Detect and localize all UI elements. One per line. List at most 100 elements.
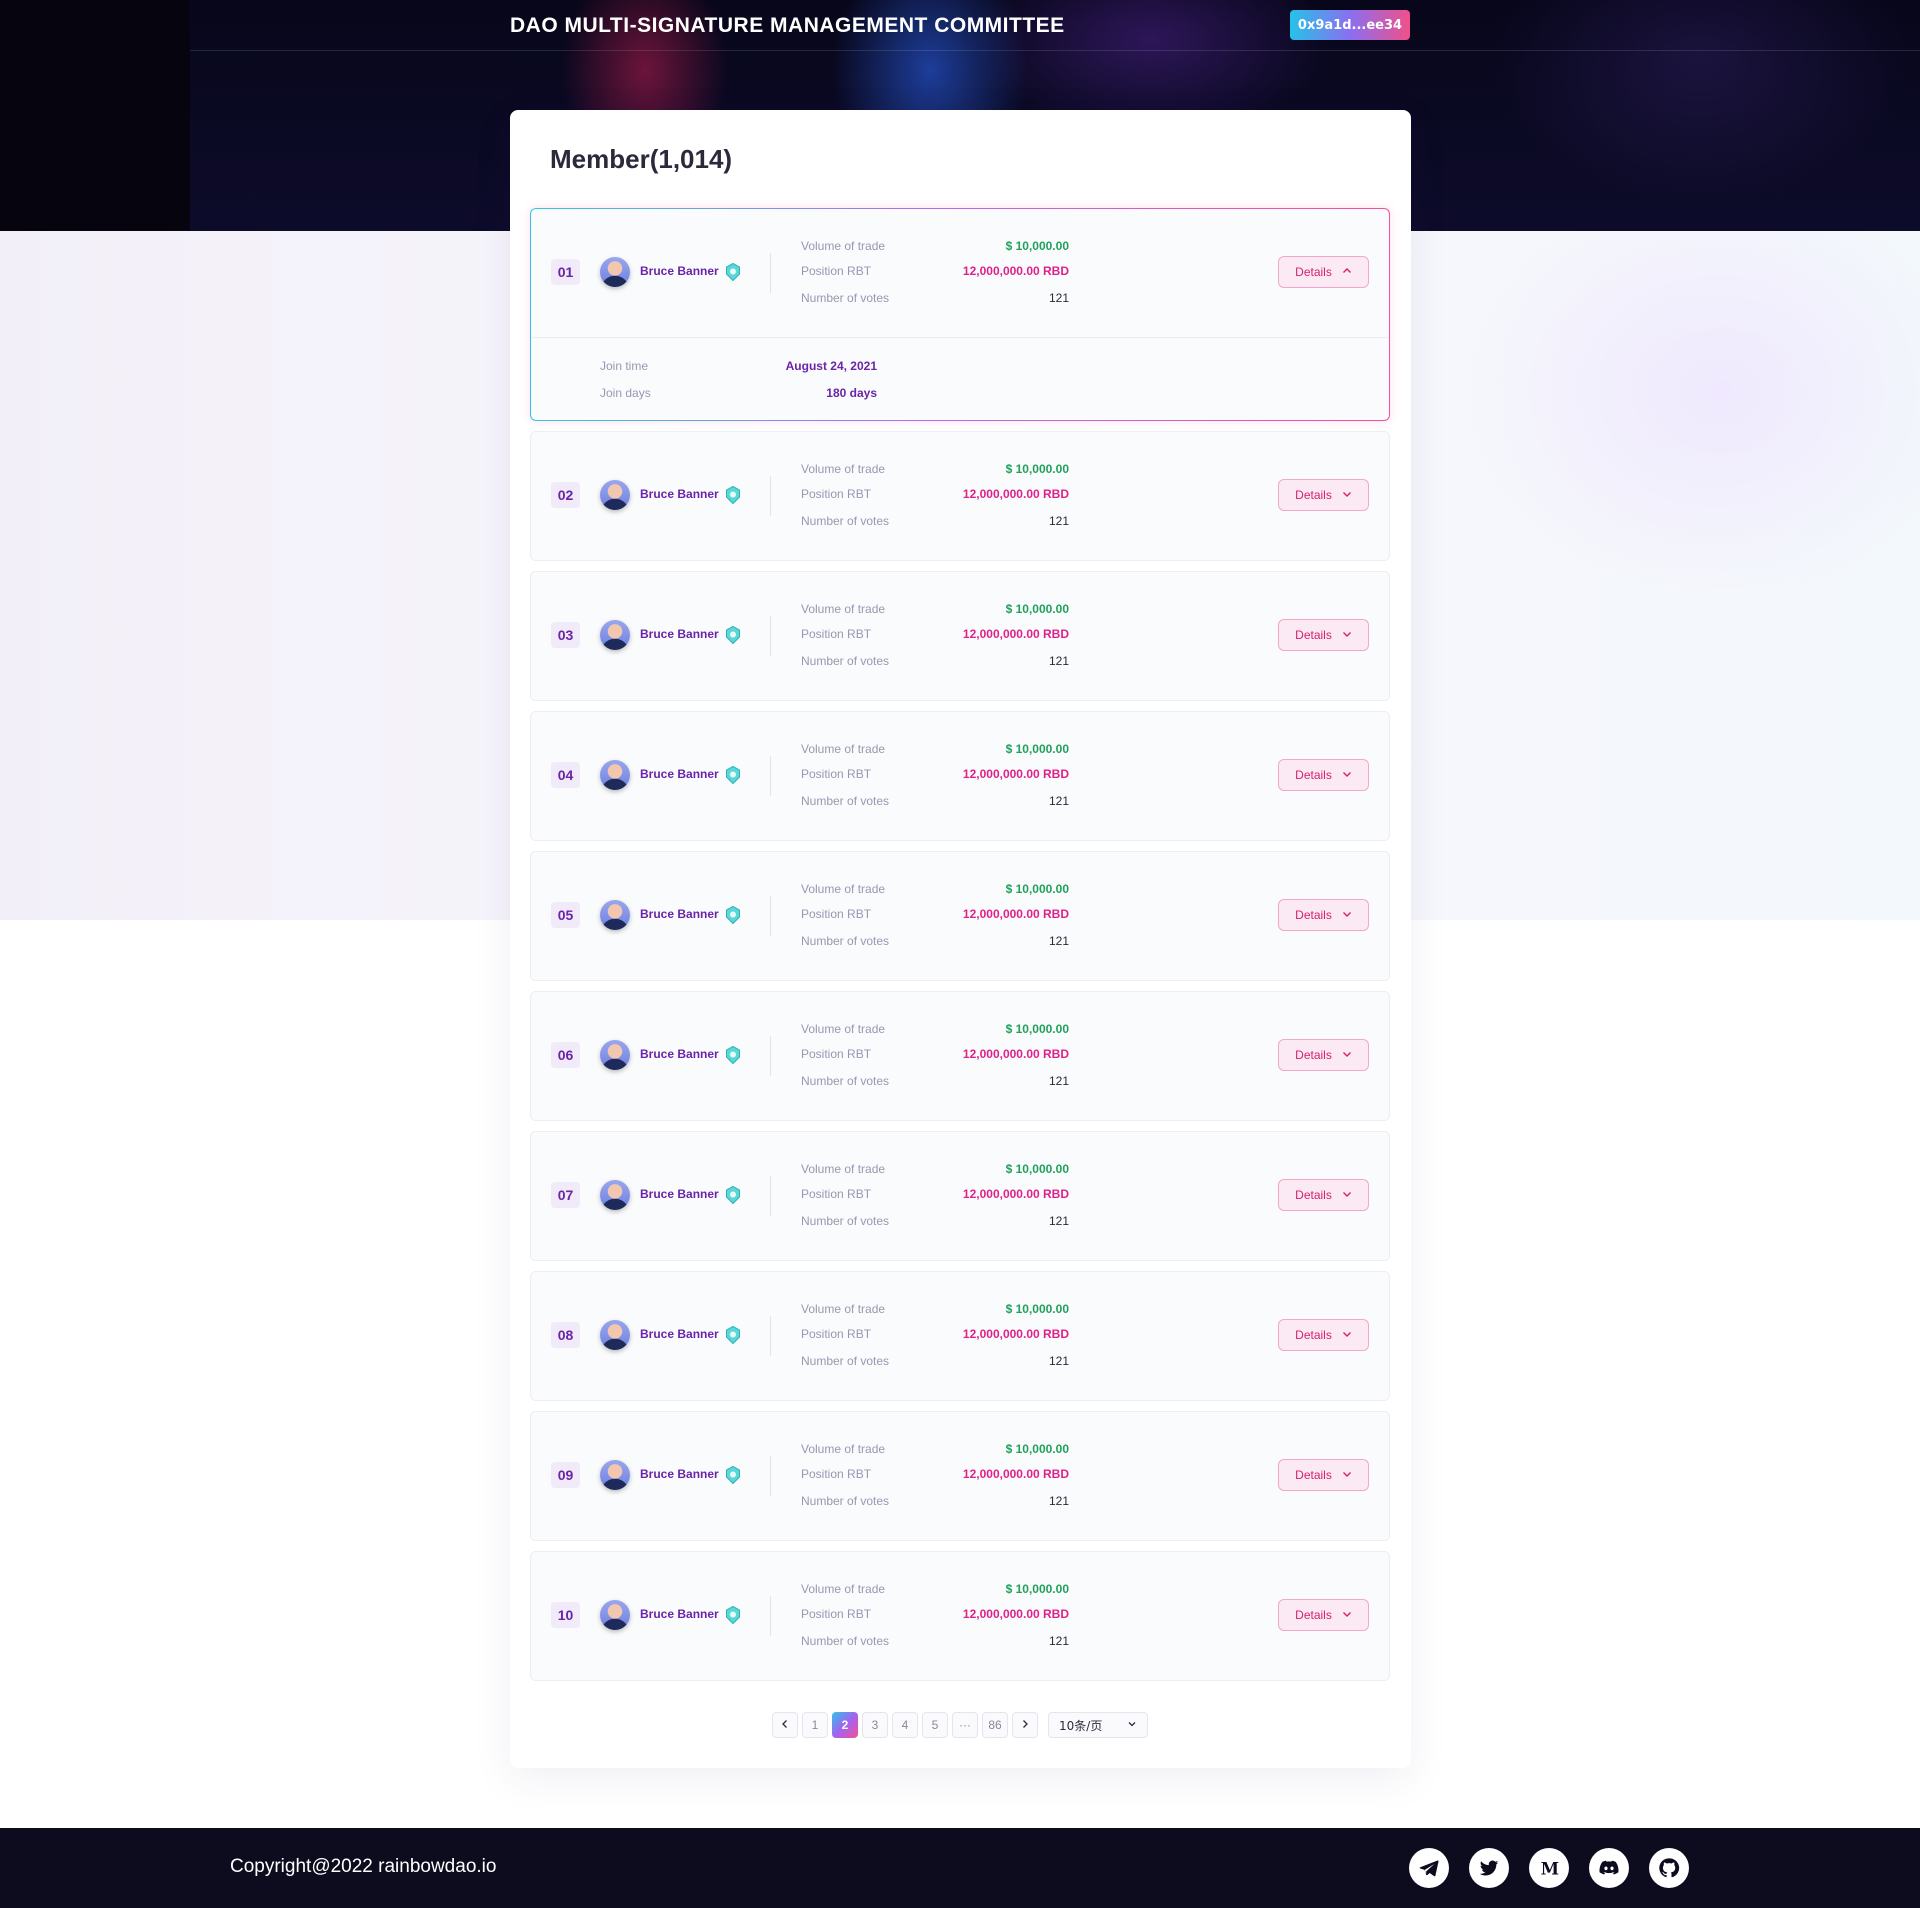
telegram-icon[interactable] (1409, 1848, 1449, 1888)
member-row: 09 Bruce Banner Volume of trade Position… (530, 1411, 1390, 1541)
volume-value: $ 10,000.00 (1005, 462, 1069, 476)
svg-text:M: M (1541, 1859, 1559, 1878)
volume-label: Volume of trade (801, 239, 886, 253)
twitter-icon[interactable] (1469, 1848, 1509, 1888)
position-value: 12,000,000.00 RBD (962, 264, 1069, 278)
chevron-up-icon (1342, 265, 1352, 279)
details-button[interactable]: Details (1278, 1039, 1369, 1071)
details-label: Details (1295, 908, 1332, 922)
expand-divider (531, 337, 1389, 338)
position-value: 12,000,000.00 RBD (962, 767, 1069, 781)
page-button[interactable]: ··· (952, 1712, 978, 1738)
position-label: Position RBT (801, 627, 872, 641)
volume-label: Volume of trade (801, 882, 886, 896)
page-button[interactable]: 1 (802, 1712, 828, 1738)
chevron-down-icon (1342, 768, 1352, 782)
member-name: Bruce Banner (640, 1327, 719, 1341)
volume-label: Volume of trade (801, 602, 886, 616)
chevron-right-icon (1020, 1718, 1030, 1732)
page-size-select[interactable]: 10条/页 (1048, 1712, 1148, 1738)
page-title: DAO MULTI-SIGNATURE MANAGEMENT COMMITTEE (510, 14, 1065, 37)
chevron-down-icon (1342, 1608, 1352, 1622)
members-panel: Member(1,014) 01 Bruce Banner Volume of … (510, 110, 1411, 1768)
votes-label: Number of votes (801, 654, 890, 668)
votes-value: 121 (1048, 514, 1069, 528)
votes-value: 121 (1048, 1634, 1069, 1648)
votes-value: 121 (1048, 1214, 1069, 1228)
divider (770, 616, 771, 656)
details-button[interactable]: Details (1278, 1459, 1369, 1491)
page-button[interactable]: 4 (892, 1712, 918, 1738)
header-divider (190, 50, 1920, 51)
position-value: 12,000,000.00 RBD (962, 1467, 1069, 1481)
member-rank: 03 (551, 622, 580, 648)
details-label: Details (1295, 768, 1332, 782)
discord-icon[interactable] (1589, 1848, 1629, 1888)
divider (770, 1176, 771, 1216)
member-rank: 02 (551, 482, 580, 508)
volume-label: Volume of trade (801, 742, 886, 756)
details-button[interactable]: Details (1278, 1179, 1369, 1211)
medium-icon[interactable]: M (1529, 1848, 1569, 1888)
chevron-down-icon (1342, 1468, 1352, 1482)
votes-label: Number of votes (801, 1494, 890, 1508)
position-value: 12,000,000.00 RBD (962, 1607, 1069, 1621)
divider (770, 476, 771, 516)
member-row: 03 Bruce Banner Volume of trade Position… (530, 571, 1390, 701)
member-row: 08 Bruce Banner Volume of trade Position… (530, 1271, 1390, 1401)
details-label: Details (1295, 1328, 1332, 1342)
details-label: Details (1295, 628, 1332, 642)
member-row: 10 Bruce Banner Volume of trade Position… (530, 1551, 1390, 1681)
votes-value: 121 (1048, 291, 1069, 305)
position-label: Position RBT (801, 907, 872, 921)
details-button[interactable]: Details (1278, 256, 1369, 288)
details-button[interactable]: Details (1278, 759, 1369, 791)
details-button[interactable]: Details (1278, 899, 1369, 931)
votes-label: Number of votes (801, 291, 890, 305)
join-time-label: Join time (600, 359, 649, 373)
details-button[interactable]: Details (1278, 1319, 1369, 1351)
divider (770, 1316, 771, 1356)
page-button[interactable]: 5 (922, 1712, 948, 1738)
chevron-down-icon (1342, 488, 1352, 502)
details-button[interactable]: Details (1278, 1599, 1369, 1631)
page-button-current[interactable]: 2 (832, 1712, 858, 1738)
member-row: 04 Bruce Banner Volume of trade Position… (530, 711, 1390, 841)
divider (770, 1036, 771, 1076)
details-label: Details (1295, 1188, 1332, 1202)
chevron-down-icon (1342, 1048, 1352, 1062)
details-label: Details (1295, 1608, 1332, 1622)
member-row: 01 Bruce Banner Volume of trade Position… (530, 208, 1390, 421)
member-rank: 08 (551, 1322, 580, 1348)
page-button[interactable]: 3 (862, 1712, 888, 1738)
divider (770, 1596, 771, 1636)
volume-value: $ 10,000.00 (1005, 239, 1069, 253)
member-name: Bruce Banner (640, 1607, 719, 1621)
votes-label: Number of votes (801, 1074, 890, 1088)
next-page-button[interactable] (1012, 1712, 1038, 1738)
volume-label: Volume of trade (801, 1022, 886, 1036)
member-badge-icon (723, 1605, 743, 1625)
volume-value: $ 10,000.00 (1005, 1162, 1069, 1176)
github-icon[interactable] (1649, 1848, 1689, 1888)
join-days-label: Join days (600, 386, 651, 400)
avatar (600, 760, 630, 790)
votes-value: 121 (1048, 654, 1069, 668)
page-button[interactable]: 86 (982, 1712, 1008, 1738)
details-button[interactable]: Details (1278, 619, 1369, 651)
avatar (600, 257, 630, 287)
prev-page-button[interactable] (772, 1712, 798, 1738)
divider (770, 1456, 771, 1496)
wallet-address-button[interactable]: 0x9a1d...ee34 (1290, 10, 1410, 40)
volume-value: $ 10,000.00 (1005, 602, 1069, 616)
chevron-down-icon (1342, 1328, 1352, 1342)
details-button[interactable]: Details (1278, 479, 1369, 511)
volume-label: Volume of trade (801, 1162, 886, 1176)
position-label: Position RBT (801, 1327, 872, 1341)
chevron-down-icon (1342, 628, 1352, 642)
members-title: Member(1,014) (550, 144, 733, 174)
position-value: 12,000,000.00 RBD (962, 1187, 1069, 1201)
votes-label: Number of votes (801, 1634, 890, 1648)
member-rank: 07 (551, 1182, 580, 1208)
position-value: 12,000,000.00 RBD (962, 627, 1069, 641)
